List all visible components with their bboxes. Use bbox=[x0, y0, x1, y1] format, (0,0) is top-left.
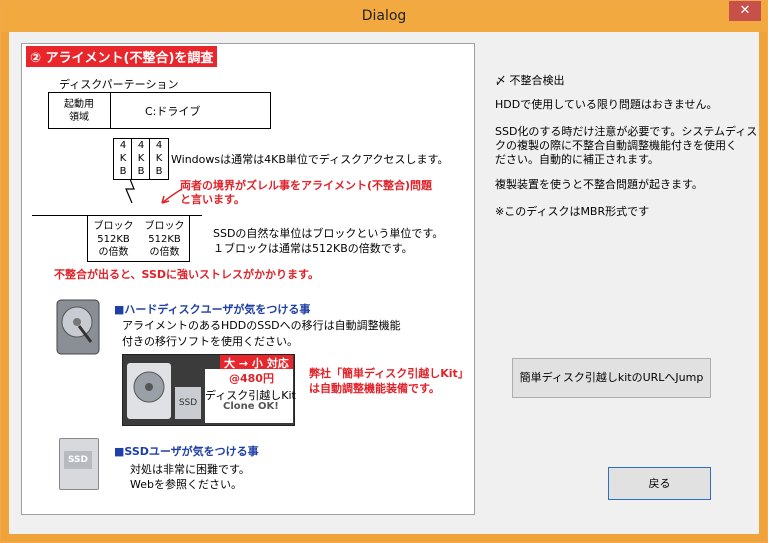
kb-cell-label: 4 K B bbox=[155, 140, 163, 177]
product-subtitle: Clone OK! bbox=[223, 401, 279, 412]
ssd-section-title: ■SSDユーザが気をつける事 bbox=[114, 445, 259, 458]
promo-note: 弊社「簡単ディスク引越しKit」 は自動調整機能装備です。 bbox=[309, 367, 469, 395]
stress-note: 不整合が出ると、SSDに強いストレスがかかります。 bbox=[54, 268, 319, 281]
status-paragraph-2: SSD化のする時だけ注意が必要です。システムディス クの複製の際に不整合自動調整… bbox=[495, 125, 758, 166]
hdd-section-title: ■ハードディスクユーザが気をつける事 bbox=[114, 303, 311, 316]
ssd-icon: SSD bbox=[59, 438, 99, 490]
status-line-1: HDDで使用している限り問題はおきません。 bbox=[495, 98, 718, 111]
kb-cell-label: 4 K B bbox=[137, 140, 145, 177]
client-area: ② アライメント(不整合)を調査 ディスクパーテーション 起動用 領域 C:ドラ… bbox=[9, 32, 759, 534]
alignment-info-panel: ② アライメント(不整合)を調査 ディスクパーテーション 起動用 領域 C:ドラ… bbox=[21, 43, 475, 515]
jump-url-button[interactable]: 簡単ディスク引越しkitのURLへJump bbox=[512, 358, 711, 398]
status-line-4: ※このディスクはMBR形式です bbox=[495, 205, 650, 218]
kb-cell-label: 4 K B bbox=[119, 140, 127, 177]
block-cell-label: ブロック 512KB の倍数 bbox=[144, 221, 185, 258]
block-cell-label: ブロック 512KB の倍数 bbox=[93, 221, 134, 258]
ssd-unit-note: SSDの自然な単位はブロックという単位です。 １ブロックは通常は512KBの倍数… bbox=[213, 227, 444, 255]
window-title: Dialog bbox=[361, 8, 407, 24]
product-image: SSD 大 → 小 対応 @480円 ディスク引越しKit Clone OK! bbox=[122, 354, 296, 426]
hdd-icon bbox=[56, 299, 100, 355]
title-bar[interactable]: Dialog ✕ bbox=[1, 1, 767, 32]
product-ssd-graphic: SSD bbox=[175, 387, 201, 419]
check-title: 〆 不整合検出 bbox=[495, 74, 565, 87]
partition-label: ディスクパーテーション bbox=[59, 78, 179, 91]
ssd-section-body: 対処は非常に困難です。 Webを参照ください。 bbox=[130, 463, 250, 491]
windows-note: Windowsは通常は4KB単位でディスクアクセスします。 bbox=[171, 153, 449, 166]
status-line-3: 複製装置を使うと不整合問題が起きます。 bbox=[495, 178, 703, 191]
ssd-icon-label: SSD bbox=[64, 451, 92, 469]
product-price: @480円 bbox=[229, 372, 274, 385]
hdd-section-body: アライメントのあるHDDのSSDへの移行は自動調整機能 付きの移行ソフトを使用く… bbox=[122, 319, 401, 348]
section-header: ② アライメント(不整合)を調査 bbox=[26, 46, 218, 67]
drive-label: C:ドライブ bbox=[145, 105, 201, 118]
product-disk-icon bbox=[133, 371, 165, 403]
dialog-window: Dialog ✕ ② アライメント(不整合)を調査 ディスクパーテーション 起動… bbox=[0, 0, 768, 543]
close-button[interactable]: ✕ bbox=[729, 1, 761, 21]
misalign-note: 両者の境界がズレル事をアライメント(不整合)問題 と言います。 bbox=[180, 179, 433, 206]
back-button[interactable]: 戻る bbox=[608, 467, 711, 500]
boot-area-label: 起動用 領域 bbox=[64, 99, 94, 123]
